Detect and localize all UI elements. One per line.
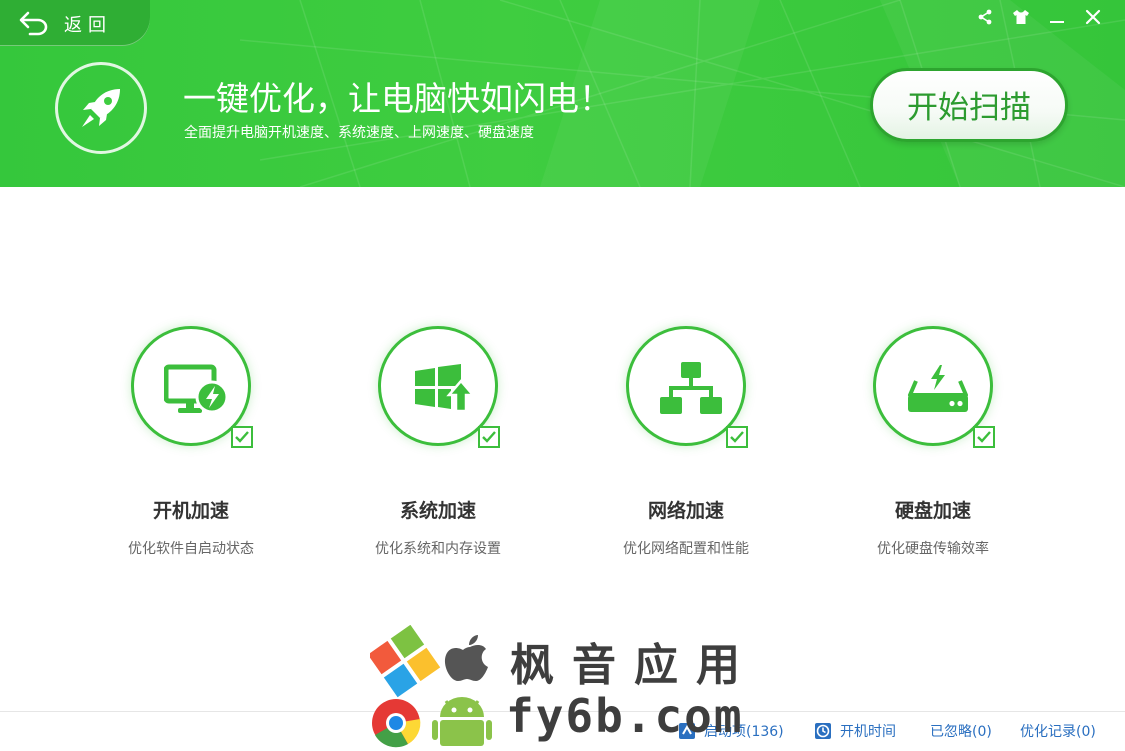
footer-ignored-link[interactable]: 已忽略(0)	[930, 721, 992, 741]
feature-title: 硬盘加速	[894, 500, 971, 522]
feature-description: 优化网络配置和性能	[623, 541, 749, 557]
checkmark-icon	[977, 431, 991, 443]
skin-icon	[1013, 10, 1029, 24]
start-scan-button[interactable]: 开始扫描	[870, 68, 1068, 142]
footer-boot-time-link[interactable]: 开机时间	[814, 721, 896, 741]
monitor-lightning-icon	[164, 364, 228, 414]
feature-description: 优化软件自启动状态	[128, 541, 254, 557]
minimize-button[interactable]	[1039, 6, 1075, 28]
footer-ignored-label: 已忽略(0)	[930, 724, 992, 740]
feature-checkbox[interactable]	[726, 426, 748, 448]
feature-title: 开机加速	[152, 500, 229, 522]
checkmark-icon	[235, 431, 249, 443]
subline: 全面提升电脑开机速度、系统速度、上网速度、硬盘速度	[184, 125, 534, 141]
headline: 一键优化，让电脑快如闪电！	[183, 79, 612, 118]
feature-checkbox[interactable]	[478, 426, 500, 448]
network-topology-icon	[660, 362, 722, 414]
harddisk-icon	[908, 365, 968, 412]
feature-title: 网络加速	[647, 500, 724, 522]
watermark-logos-icon	[370, 625, 492, 748]
checkmark-icon	[482, 431, 496, 443]
close-icon	[1085, 9, 1101, 25]
checkmark-icon	[730, 431, 744, 443]
feature-boot-speedup[interactable]: 开机加速 优化软件自启动状态	[81, 326, 301, 566]
feature-network-speedup[interactable]: 网络加速 优化网络配置和性能	[576, 326, 796, 566]
footer-history-label: 优化记录(0)	[1020, 724, 1096, 740]
watermark-chinese-text: 枫音应用	[510, 640, 758, 691]
feature-description: 优化系统和内存设置	[375, 541, 501, 557]
rocket-badge	[55, 62, 147, 154]
watermark-domain-text: fy6b.com	[506, 689, 744, 743]
feature-disk-speedup[interactable]: 硬盘加速 优化硬盘传输效率	[823, 326, 1043, 566]
skin-button[interactable]	[1003, 6, 1039, 28]
back-label: 返回	[64, 15, 112, 36]
close-button[interactable]	[1075, 6, 1111, 28]
clock-icon	[815, 723, 831, 739]
share-button[interactable]	[967, 6, 1003, 28]
feature-description: 优化硬盘传输效率	[877, 541, 989, 557]
footer-history-link[interactable]: 优化记录(0)	[1020, 721, 1096, 741]
feature-title: 系统加速	[399, 500, 476, 522]
back-arrow-icon	[19, 11, 48, 36]
footer-boot-time-label: 开机时间	[840, 724, 896, 740]
window-controls	[967, 6, 1111, 28]
minimize-icon	[1050, 21, 1064, 23]
feature-checkbox[interactable]	[231, 426, 253, 448]
feature-checkbox[interactable]	[973, 426, 995, 448]
rocket-icon	[82, 89, 120, 127]
header-banner: 返回 一键优化，让电脑快如闪电！ 全面提升电脑开机速度、系统速度、上网速度、硬盘…	[0, 0, 1125, 187]
back-button[interactable]: 返回	[0, 0, 150, 46]
feature-system-speedup[interactable]: 系统加速 优化系统和内存设置	[328, 326, 548, 566]
windows-upgrade-icon	[415, 364, 475, 413]
share-icon	[978, 9, 992, 25]
site-watermark: 枫音应用 fy6b.com	[370, 625, 742, 750]
